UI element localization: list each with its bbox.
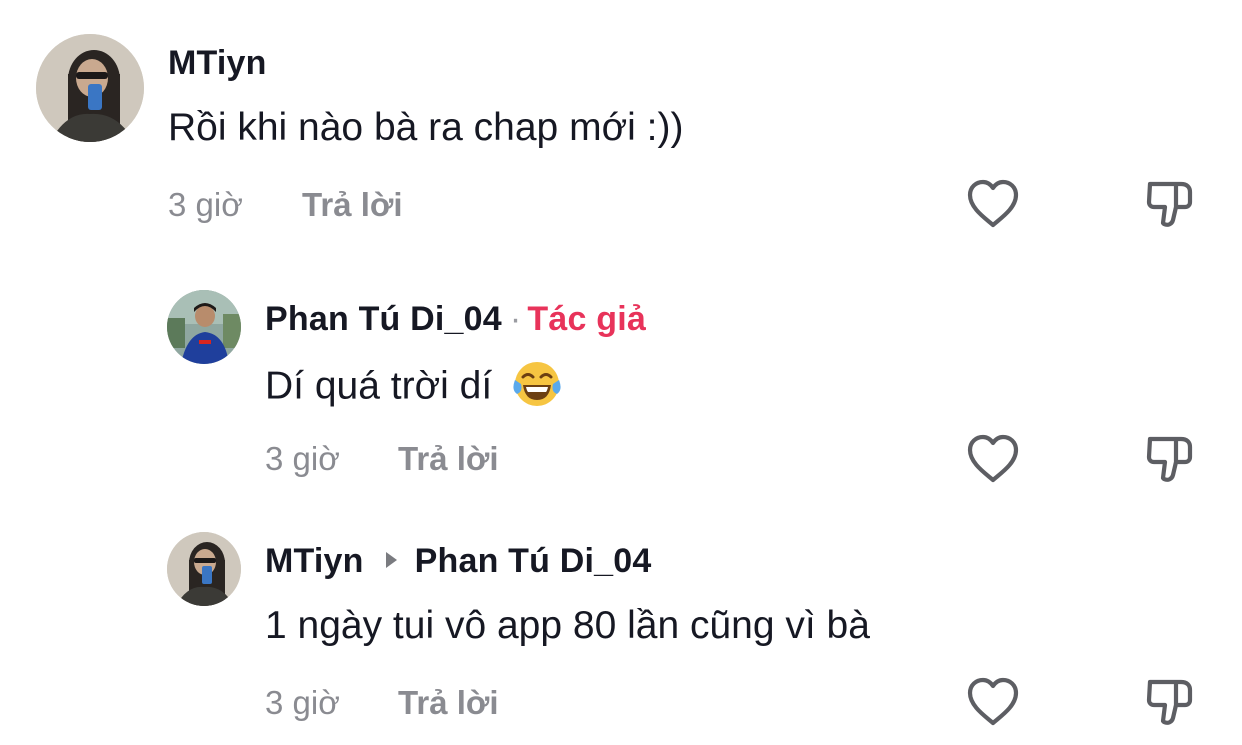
triangle-right-icon: [385, 552, 397, 569]
dislike-button[interactable]: [1141, 178, 1197, 230]
thumbs-down-outline-icon: [1146, 181, 1193, 227]
comment-text-content: Dí quá trời dí: [265, 364, 493, 408]
avatar-image: [167, 532, 241, 606]
face-with-tears-of-joy-icon: [511, 358, 563, 410]
comment-username[interactable]: Phan Tú Di_04: [265, 300, 502, 338]
comment-timestamp: 3 giờ: [168, 186, 243, 223]
avatar[interactable]: [36, 34, 144, 142]
reply-button[interactable]: Trả lời: [302, 186, 403, 224]
avatar[interactable]: [167, 532, 241, 606]
comment-username[interactable]: MTiyn: [265, 542, 364, 580]
comment-item: MTiyn Rồi khi nào bà ra chap mới :)) 3 g…: [0, 0, 1242, 250]
dislike-button[interactable]: [1141, 433, 1197, 485]
comment-username[interactable]: MTiyn: [168, 44, 267, 83]
reply-button[interactable]: Trả lời: [398, 684, 499, 722]
comment-timestamp: 3 giờ: [265, 684, 340, 721]
reply-to-username[interactable]: Phan Tú Di_04: [415, 542, 652, 580]
comment-text: Rồi khi nào bà ra chap mới :)): [168, 106, 684, 149]
comment-username-line: MTiyn Phan Tú Di_04: [265, 542, 652, 581]
like-button[interactable]: [965, 676, 1021, 728]
like-button[interactable]: [965, 433, 1021, 485]
avatar-image: [167, 290, 241, 364]
reply-button[interactable]: Trả lời: [398, 440, 499, 478]
author-badge: Tác giả: [527, 300, 646, 338]
thumbs-down-outline-icon: [1146, 679, 1193, 725]
comment-text: Dí quá trời dí: [265, 362, 563, 414]
avatar-image: [36, 34, 144, 142]
reply-comment-item: MTiyn Phan Tú Di_04 1 ngày tui vô app 80 …: [0, 500, 1242, 745]
thumbs-down-outline-icon: [1146, 436, 1193, 482]
heart-outline-icon: [967, 677, 1019, 726]
avatar[interactable]: [167, 290, 241, 364]
heart-outline-icon: [967, 179, 1019, 228]
badge-separator: ·: [509, 300, 522, 338]
comment-text: 1 ngày tui vô app 80 lần cũng vì bà: [265, 604, 870, 647]
comment-username-line: Phan Tú Di_04 · Tác giả: [265, 300, 646, 339]
dislike-button[interactable]: [1141, 676, 1197, 728]
like-button[interactable]: [965, 178, 1021, 230]
reply-comment-item: Phan Tú Di_04 · Tác giả Dí quá trời dí 3 g…: [0, 250, 1242, 500]
comment-timestamp: 3 giờ: [265, 440, 340, 477]
heart-outline-icon: [967, 434, 1019, 483]
